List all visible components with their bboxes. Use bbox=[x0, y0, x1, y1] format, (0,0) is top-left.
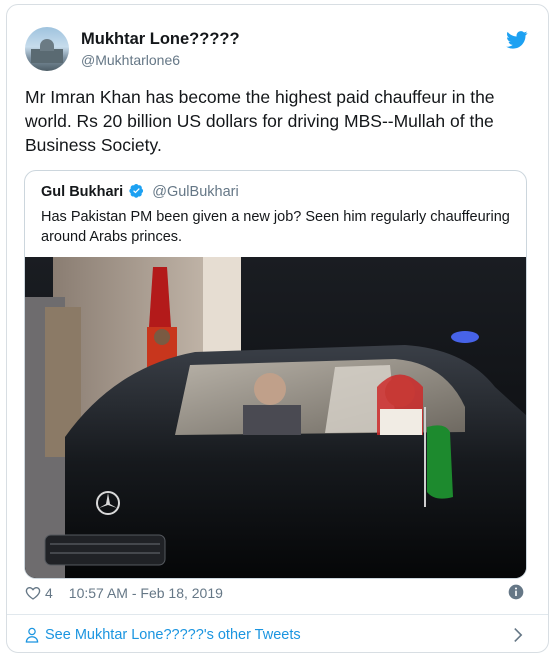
tweet-header: Mukhtar Lone????? @Mukhtarlone6 bbox=[25, 27, 530, 73]
see-more-label: See Mukhtar Lone?????'s other Tweets bbox=[45, 627, 301, 643]
quoted-tweet[interactable]: Gul Bukhari @GulBukhari Has Pakistan PM … bbox=[24, 170, 527, 579]
photo-car-icon bbox=[25, 257, 526, 578]
twitter-bird-icon[interactable] bbox=[506, 31, 528, 49]
quoted-tweet-photo[interactable] bbox=[25, 257, 526, 578]
quoted-author-handle[interactable]: @GulBukhari bbox=[152, 184, 238, 200]
footer-divider bbox=[7, 614, 548, 615]
tweet-meta: 4 10:57 AM - Feb 18, 2019 bbox=[25, 583, 223, 603]
timestamp[interactable]: 10:57 AM - Feb 18, 2019 bbox=[69, 585, 223, 601]
quoted-tweet-text: Has Pakistan PM been given a new job? Se… bbox=[41, 209, 510, 245]
chevron-right-icon[interactable] bbox=[512, 627, 524, 643]
author-handle[interactable]: @Mukhtarlone6 bbox=[81, 52, 180, 68]
heart-icon[interactable] bbox=[25, 585, 41, 601]
tweet-text: Mr Imran Khan has become the highest pai… bbox=[25, 87, 495, 155]
like-count: 4 bbox=[45, 585, 53, 601]
info-icon[interactable] bbox=[508, 584, 524, 600]
person-icon bbox=[25, 627, 39, 643]
embedded-tweet-card: Mukhtar Lone????? @Mukhtarlone6 Mr Imran… bbox=[6, 4, 549, 653]
quoted-tweet-header: Gul Bukhari @GulBukhari bbox=[41, 183, 239, 203]
author-avatar[interactable] bbox=[25, 27, 69, 71]
author-display-name[interactable]: Mukhtar Lone????? bbox=[81, 30, 240, 49]
quoted-author-name[interactable]: Gul Bukhari bbox=[41, 184, 123, 200]
verified-badge-icon bbox=[129, 183, 144, 198]
see-more-tweets-link[interactable]: See Mukhtar Lone?????'s other Tweets bbox=[25, 625, 301, 645]
